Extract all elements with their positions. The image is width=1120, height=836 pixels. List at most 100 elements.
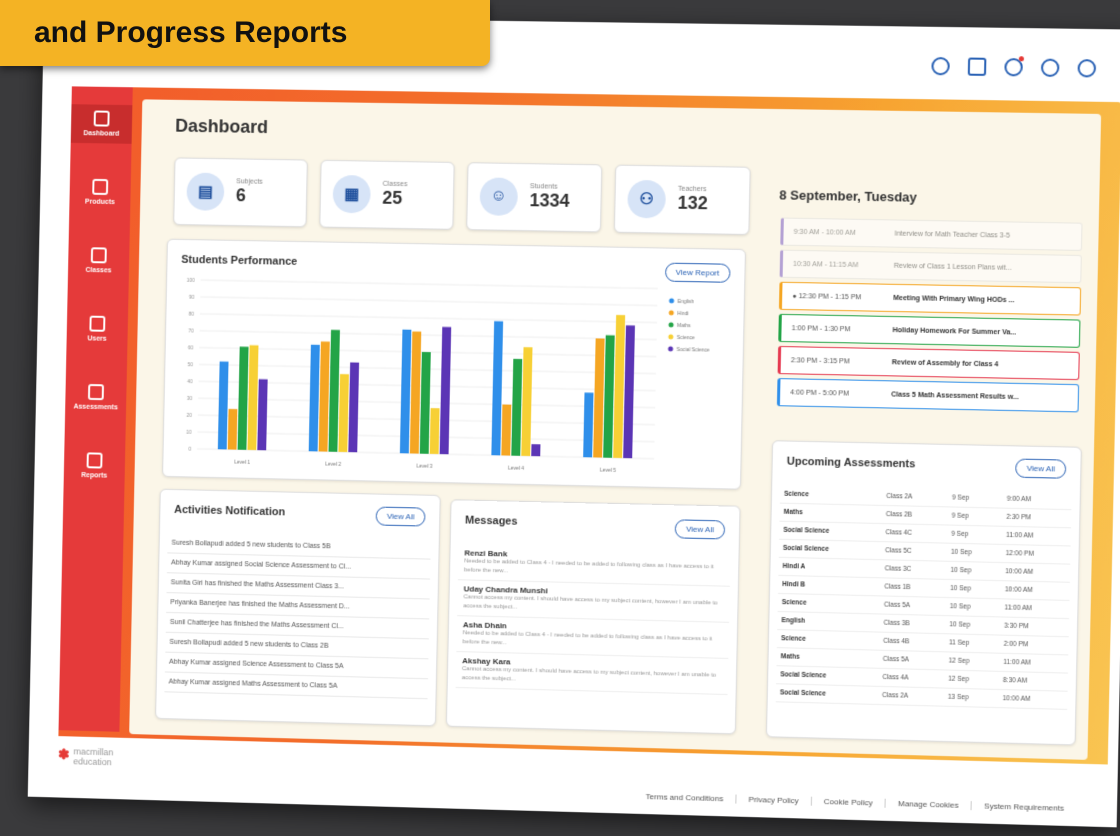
event-title: Meeting With Primary Wing HODs ... bbox=[893, 294, 1015, 304]
event-time: 2:30 PM - 3:15 PM bbox=[790, 356, 850, 365]
sidebar-item-users[interactable]: Users bbox=[66, 309, 128, 349]
macmillan-logo[interactable]: ✽ macmillan education bbox=[58, 746, 114, 767]
messages-list: Renzi Bank Needed to be added to Class 4… bbox=[455, 544, 731, 696]
y-tick-label: 60 bbox=[188, 345, 194, 351]
table-cell: Class 3B bbox=[879, 613, 946, 634]
event-time: 10:30 AM - 11:15 AM bbox=[792, 260, 859, 269]
schedule-event[interactable]: 9:30 AM - 10:00 AM Interview for Math Tea… bbox=[780, 217, 1083, 251]
table-cell: 13 Sep bbox=[943, 688, 999, 708]
stat-card-subjects[interactable]: ▤ Subjects 6 bbox=[173, 157, 308, 228]
chart-bar bbox=[511, 359, 523, 457]
teachers-icon: ⚇ bbox=[627, 179, 667, 219]
table-cell: Hindi A bbox=[778, 557, 881, 578]
legend-marker bbox=[668, 310, 674, 316]
table-cell: Class 4C bbox=[881, 523, 948, 544]
table-cell: 9 Sep bbox=[947, 489, 1003, 509]
top-icons bbox=[931, 56, 1097, 78]
messages-title: Messages bbox=[464, 514, 518, 528]
chat-icon[interactable] bbox=[967, 57, 987, 76]
table-cell: 10 Sep bbox=[946, 561, 1002, 581]
table-cell: 3:30 PM bbox=[999, 616, 1070, 637]
activities-list: Suresh Bollapudi added 5 new students to… bbox=[164, 533, 431, 700]
message-item[interactable]: Akshay Kara Cannot access my content. I … bbox=[455, 652, 729, 696]
footer-link-privacy[interactable]: Privacy Policy bbox=[735, 794, 811, 806]
dashboard-icon bbox=[93, 110, 110, 127]
event-title: Review of Assembly for Class 4 bbox=[891, 358, 999, 368]
assessments-icon bbox=[87, 383, 104, 401]
table-cell: 11:00 AM bbox=[999, 653, 1069, 674]
y-tick-label: 10 bbox=[186, 430, 192, 436]
schedule-event[interactable]: 10:30 AM - 11:15 AM Review of Class 1 Les… bbox=[779, 249, 1082, 284]
table-cell: 11:00 AM bbox=[1000, 598, 1070, 619]
event-title: Class 5 Math Assessment Results w... bbox=[891, 390, 1019, 401]
sidebar-item-classes[interactable]: Classes bbox=[68, 241, 130, 281]
user-icon[interactable] bbox=[1040, 58, 1060, 77]
x-tick-label: Level 4 bbox=[508, 466, 524, 472]
legend-marker bbox=[668, 322, 674, 328]
legend-label: Maths bbox=[677, 323, 691, 329]
table-cell: Social Science bbox=[779, 521, 882, 542]
reports-icon bbox=[86, 452, 103, 469]
legend-label: Social Science bbox=[676, 347, 709, 354]
assessments-card: Upcoming Assessments View All Science Cla… bbox=[765, 440, 1082, 746]
schedule-event[interactable]: 2:30 PM - 3:15 PM Review of Assembly for … bbox=[777, 345, 1080, 381]
schedule-event[interactable]: ● 12:30 PM - 1:15 PM Meeting With Primary… bbox=[778, 281, 1082, 316]
legend-label: Science bbox=[677, 335, 695, 341]
event-time: 1:00 PM - 1:30 PM bbox=[791, 324, 851, 333]
table-cell: Social Science bbox=[775, 683, 879, 705]
messages-view-all-button[interactable]: View All bbox=[674, 519, 726, 540]
table-cell: Class 5A bbox=[878, 650, 945, 670]
sidebar-item-label: Classes bbox=[85, 266, 112, 275]
footer-link-terms[interactable]: Terms and Conditions bbox=[634, 792, 736, 804]
stat-card-teachers[interactable]: ⚇ Teachers 132 bbox=[613, 164, 751, 236]
gridline bbox=[201, 280, 658, 288]
chart-bar bbox=[592, 338, 605, 458]
chart-bar bbox=[409, 331, 422, 454]
stat-card-classes[interactable]: ▦ Classes 25 bbox=[319, 159, 455, 230]
legend-marker bbox=[668, 334, 674, 340]
event-time: ● 12:30 PM - 1:15 PM bbox=[792, 292, 862, 301]
sidebar-item-products[interactable]: Products bbox=[69, 173, 131, 213]
chart-bar bbox=[399, 329, 412, 454]
stat-card-students[interactable]: ☺ Students 1334 bbox=[466, 162, 603, 233]
footer-link-manage-cookies[interactable]: Manage Cookies bbox=[884, 798, 972, 811]
table-cell: 11 Sep bbox=[944, 633, 1000, 654]
sidebar-item-reports[interactable]: Reports bbox=[64, 446, 126, 486]
student-icon: ☺ bbox=[479, 177, 519, 216]
table-cell: 12 Sep bbox=[943, 669, 1000, 690]
table-cell: 9 Sep bbox=[946, 525, 1003, 545]
sidebar-item-assessments[interactable]: Assessments bbox=[65, 378, 127, 418]
app-screen: Dashboard Products Classes Users Assessm… bbox=[27, 14, 1120, 828]
legend-marker bbox=[667, 346, 674, 352]
event-title: Holiday Homework For Summer Va... bbox=[892, 326, 1017, 337]
chart-bar bbox=[419, 351, 431, 454]
chart-bar bbox=[328, 329, 340, 452]
chart-bar bbox=[521, 347, 533, 457]
legend-label: Hindi bbox=[677, 311, 689, 317]
table-cell: Class 5C bbox=[880, 541, 947, 562]
table-cell: 10:00 AM bbox=[1000, 580, 1070, 601]
messages-card: Messages View All Renzi Bank Needed to b… bbox=[445, 499, 741, 735]
chart-bar bbox=[217, 361, 229, 450]
chart-bar bbox=[492, 321, 504, 457]
schedule-event[interactable]: 4:00 PM - 5:00 PM Class 5 Math Assessment… bbox=[776, 378, 1080, 413]
schedule-event[interactable]: 1:00 PM - 1:30 PM Holiday Homework For Su… bbox=[778, 313, 1081, 348]
table-cell: 9:00 AM bbox=[1002, 490, 1072, 510]
table-cell: Class 1B bbox=[880, 577, 947, 598]
bell-icon[interactable] bbox=[1004, 56, 1024, 77]
assessments-view-all-button[interactable]: View All bbox=[1015, 458, 1067, 479]
view-report-button[interactable]: View Report bbox=[664, 262, 731, 283]
x-tick-label: Level 3 bbox=[416, 464, 432, 470]
sidebar-item-dashboard[interactable]: Dashboard bbox=[70, 104, 133, 144]
chart-bar bbox=[338, 374, 349, 453]
footer-link-system[interactable]: System Requirements bbox=[970, 801, 1077, 814]
activities-view-all-button[interactable]: View All bbox=[375, 506, 426, 527]
activities-card: Activities Notification View All Suresh … bbox=[155, 488, 441, 727]
logout-icon[interactable] bbox=[1077, 59, 1097, 78]
stat-value: 132 bbox=[677, 192, 708, 214]
footer-link-cookie[interactable]: Cookie Policy bbox=[810, 796, 885, 808]
table-cell: Class 4B bbox=[878, 632, 946, 652]
classes-icon bbox=[90, 247, 107, 264]
products-icon bbox=[92, 178, 109, 196]
clock-icon[interactable] bbox=[931, 57, 950, 76]
